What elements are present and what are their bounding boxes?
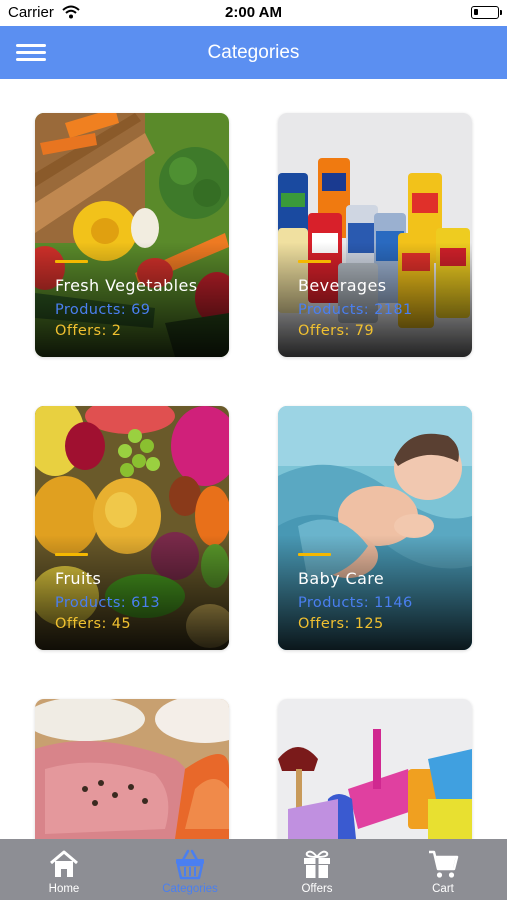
category-name: Fruits (55, 569, 102, 588)
category-name: Beverages (298, 276, 387, 295)
category-name: Fresh Vegetables (55, 276, 198, 295)
category-card-beverages[interactable]: Beverages Products: 2181 Offers: 79 (278, 113, 472, 357)
category-card-household[interactable] (278, 699, 472, 839)
title-accent-bar (55, 553, 88, 556)
tab-home[interactable]: Home (1, 839, 127, 900)
page-title: Categories (207, 42, 300, 63)
clock: 2:00 AM (225, 4, 282, 21)
tab-categories[interactable]: Categories (127, 839, 253, 900)
battery-icon (471, 6, 502, 19)
offer-count: Offers: 79 (298, 323, 375, 339)
category-card-fresh-vegetables[interactable]: Fresh Vegetables Products: 69 Offers: 2 (35, 113, 229, 357)
cleaning-supplies-image (278, 699, 472, 839)
category-card-meat[interactable] (35, 699, 229, 839)
cart-icon (429, 850, 459, 878)
product-count: Products: 69 (55, 302, 151, 318)
title-accent-bar (55, 260, 88, 263)
tab-offers[interactable]: Offers (254, 839, 380, 900)
product-count: Products: 2181 (298, 302, 413, 318)
offer-count: Offers: 125 (298, 616, 384, 632)
tab-cart[interactable]: Cart (380, 839, 506, 900)
product-count: Products: 613 (55, 595, 160, 611)
tab-label: Categories (162, 883, 218, 895)
product-count: Products: 1146 (298, 595, 413, 611)
tab-label: Offers (301, 883, 333, 895)
category-grid: Fresh Vegetables Products: 69 Offers: 2 (0, 79, 507, 839)
category-card-baby-care[interactable]: Baby Care Products: 1146 Offers: 125 (278, 406, 472, 650)
tab-label: Cart (432, 883, 454, 895)
title-accent-bar (298, 553, 331, 556)
tab-bar: Home Categories Offers Cart (0, 839, 507, 900)
gift-icon (304, 850, 330, 878)
tab-label: Home (48, 883, 80, 895)
app-header: Categories (0, 26, 507, 79)
category-name: Baby Care (298, 569, 385, 588)
title-accent-bar (298, 260, 331, 263)
home-icon (50, 850, 78, 877)
category-card-fruits[interactable]: Fruits Products: 613 Offers: 45 (35, 406, 229, 650)
offer-count: Offers: 45 (55, 616, 132, 632)
basket-icon (176, 849, 204, 880)
status-bar: Carrier 2:00 AM (0, 0, 507, 26)
offer-count: Offers: 2 (55, 323, 122, 339)
meat-image (35, 699, 229, 839)
